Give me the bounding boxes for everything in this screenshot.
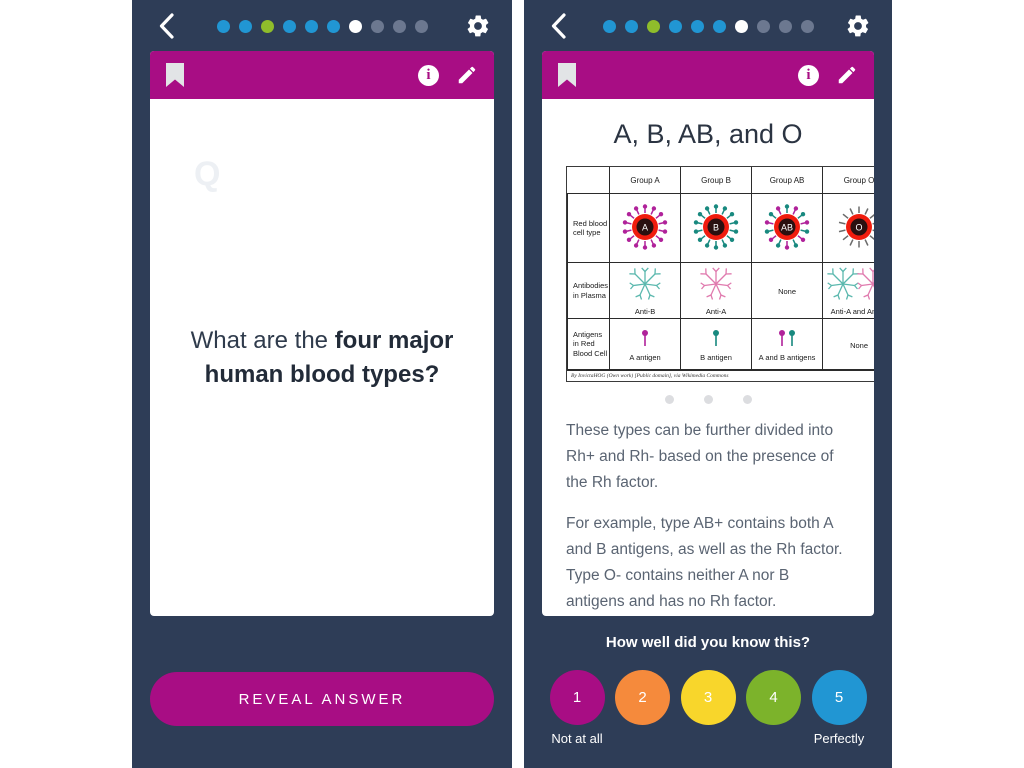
table-cell: A antigen: [609, 318, 682, 370]
svg-text:O: O: [856, 222, 863, 232]
back-icon[interactable]: [150, 9, 184, 43]
progress-dots: [576, 19, 840, 33]
table-cell: AB: [751, 193, 824, 263]
column-header-4: Group O: [822, 167, 874, 194]
progress-dot-9: [778, 19, 792, 33]
progress-dot-9: [392, 19, 406, 33]
back-icon[interactable]: [542, 9, 576, 43]
table-cell: Anti-A and Anti-B: [822, 262, 874, 319]
column-header-2: Group B: [680, 167, 753, 194]
progress-dot-5: [690, 19, 704, 33]
table-row: Antigens in Red Blood Cell A antigen B ant…: [566, 318, 874, 370]
table-cell: B antigen: [680, 318, 753, 370]
carousel-dots[interactable]: [566, 395, 850, 404]
question-card: i Q What are the four major human blood …: [150, 51, 494, 616]
rating-prompt: How well did you know this?: [605, 634, 811, 651]
svg-text:B: B: [713, 222, 719, 232]
progress-dot-7: [734, 19, 748, 33]
row-header: Antibodies in Plasma: [566, 262, 611, 319]
pencil-icon[interactable]: [456, 64, 478, 86]
progress-dot-4: [282, 19, 296, 33]
blood-type-table: Group A Group B Group AB Group O Red blood c…: [566, 167, 874, 370]
progress-dot-10: [800, 19, 814, 33]
rating-option-1: 1 Not at all: [548, 670, 606, 746]
table-corner-cell: [567, 167, 611, 194]
pencil-icon[interactable]: [836, 64, 858, 86]
question-text: What are the four major human blood type…: [182, 324, 462, 390]
answer-body: A, B, AB, and O Group A Group B Group AB Gr…: [542, 99, 874, 616]
progress-dot-4: [668, 19, 682, 33]
progress-dot-8: [756, 19, 770, 33]
rating-button-5[interactable]: 5: [811, 670, 867, 725]
bookmark-icon[interactable]: [166, 63, 184, 87]
progress-dot-6: [712, 19, 726, 33]
progress-dot-10: [414, 19, 428, 33]
screenshot-stage: i Q What are the four major human blood …: [0, 0, 1024, 768]
carousel-dot-2[interactable]: [703, 395, 713, 404]
rating-buttons: 1 Not at all 2.3.4.5 Perfectly: [548, 670, 868, 746]
reveal-answer-button[interactable]: REVEAL ANSWER: [150, 672, 494, 726]
progress-dots: [184, 19, 460, 33]
rating-option-4: 4.: [745, 670, 803, 746]
rating-button-4[interactable]: 4: [746, 670, 801, 725]
table-cell: None: [822, 318, 874, 370]
svg-text:AB: AB: [781, 222, 793, 232]
rating-option-5: 5 Perfectly: [810, 670, 868, 746]
blood-type-figure[interactable]: Group A Group B Group AB Group O Red blood c…: [566, 166, 874, 382]
gear-icon[interactable]: [460, 8, 496, 44]
table-header-row: Group A Group B Group AB Group O: [567, 167, 874, 194]
info-icon[interactable]: i: [418, 64, 439, 86]
table-row: Antibodies in Plasma Anti-B Anti-A None Anti…: [566, 262, 874, 319]
progress-dot-8: [370, 19, 384, 33]
progress-dot-7: [348, 19, 362, 33]
question-screen: i Q What are the four major human blood …: [132, 0, 512, 768]
progress-dot-3: [260, 19, 274, 33]
row-header: Antigens in Red Blood Cell: [566, 318, 611, 370]
bookmark-icon[interactable]: [558, 63, 576, 87]
table-cell: Anti-A: [680, 262, 753, 319]
rating-caption-1: Not at all: [551, 731, 603, 746]
rating-button-2[interactable]: 2: [615, 670, 670, 725]
top-bar-left: [132, 0, 512, 52]
question-lead: What are the: [190, 327, 335, 355]
rating-option-3: 3.: [679, 670, 737, 746]
answer-title: A, B, AB, and O: [613, 119, 803, 149]
progress-dot-1: [216, 19, 230, 33]
progress-dot-2: [238, 19, 252, 33]
rating-option-2: 2.: [614, 670, 672, 746]
card-header-left: i: [150, 51, 494, 99]
progress-dot-1: [602, 19, 616, 33]
table-cell: A and B antigens: [751, 318, 824, 370]
rating-button-3[interactable]: 3: [680, 670, 736, 725]
progress-dot-2: [624, 19, 638, 33]
row-header: Red blood cell type: [566, 193, 611, 263]
rating-button-1[interactable]: 1: [549, 670, 605, 725]
progress-dot-3: [646, 19, 660, 33]
answer-screen: i A, B, AB, and O Group A Group B Group AB…: [524, 0, 892, 768]
info-icon[interactable]: i: [798, 64, 819, 86]
carousel-dot-1[interactable]: [664, 395, 674, 404]
table-cell: O: [822, 193, 874, 263]
top-bar-right: [524, 0, 892, 52]
carousel-dot-3[interactable]: [742, 395, 752, 404]
answer-card: i A, B, AB, and O Group A Group B Group AB…: [542, 51, 874, 616]
table-row: Red blood cell type A B AB O: [566, 193, 874, 263]
progress-dot-6: [326, 19, 340, 33]
column-header-3: Group AB: [751, 167, 824, 194]
svg-text:A: A: [642, 222, 648, 232]
gear-icon[interactable]: [840, 8, 876, 44]
progress-dot-5: [304, 19, 318, 33]
rating-caption-5: Perfectly: [813, 731, 865, 746]
table-cell: None: [751, 262, 824, 319]
table-cell: Anti-B: [609, 262, 682, 319]
figure-caption: By InvictaHOG (Own work) [Public domain]…: [567, 370, 874, 381]
table-cell: A: [609, 193, 682, 263]
table-cell: B: [680, 193, 753, 263]
column-header-1: Group A: [609, 167, 682, 194]
answer-paragraph-2: For example, type AB+ contains both A an…: [566, 515, 843, 611]
card-header-right: i: [542, 51, 874, 99]
answer-paragraph-1: These types can be further divided into …: [566, 422, 834, 492]
question-watermark: Q: [194, 155, 221, 193]
